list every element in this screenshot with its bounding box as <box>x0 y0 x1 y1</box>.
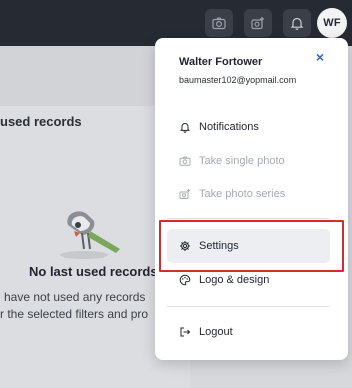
menu-divider <box>167 218 330 219</box>
photo-series-button[interactable] <box>244 9 272 37</box>
camera-icon <box>179 155 191 167</box>
menu-item-label: Take single photo <box>199 155 285 167</box>
camera-button[interactable] <box>205 9 233 37</box>
camera-series-icon <box>251 17 264 30</box>
empty-state-title: No last used records <box>29 264 158 279</box>
user-name: Walter Fortower <box>179 56 263 68</box>
notifications-button[interactable] <box>283 9 311 37</box>
menu-item-label: Logo & design <box>199 274 270 286</box>
menu-item-take-single-photo: Take single photo <box>167 144 330 178</box>
bell-icon <box>290 17 304 30</box>
user-email: baumaster102@yopmail.com <box>179 75 297 85</box>
menu-item-label: Notifications <box>199 121 259 133</box>
camera-series-icon <box>179 188 191 200</box>
user-menu-dropdown: × Walter Fortower baumaster102@yopmail.c… <box>155 38 348 360</box>
menu-item-label: Logout <box>199 326 233 338</box>
section-title: used records <box>0 114 82 129</box>
empty-state-text: have not used any records <box>4 290 146 304</box>
logout-icon <box>179 326 191 338</box>
menu-divider <box>167 306 330 307</box>
user-avatar[interactable]: WF <box>317 8 347 38</box>
menu-item-notifications[interactable]: Notifications <box>167 110 330 144</box>
menu-item-label: Take photo series <box>199 188 286 200</box>
empty-state-text: r the selected filters and pro <box>0 307 149 321</box>
menu-item-take-photo-series: Take photo series <box>167 177 330 211</box>
bell-icon <box>179 121 191 133</box>
close-icon[interactable]: × <box>312 49 328 65</box>
camera-icon <box>212 17 226 30</box>
menu-item-logout[interactable]: Logout <box>167 315 330 349</box>
palette-icon <box>179 274 191 286</box>
empty-state-illustration <box>60 211 120 259</box>
settings-highlight-box <box>159 220 344 272</box>
